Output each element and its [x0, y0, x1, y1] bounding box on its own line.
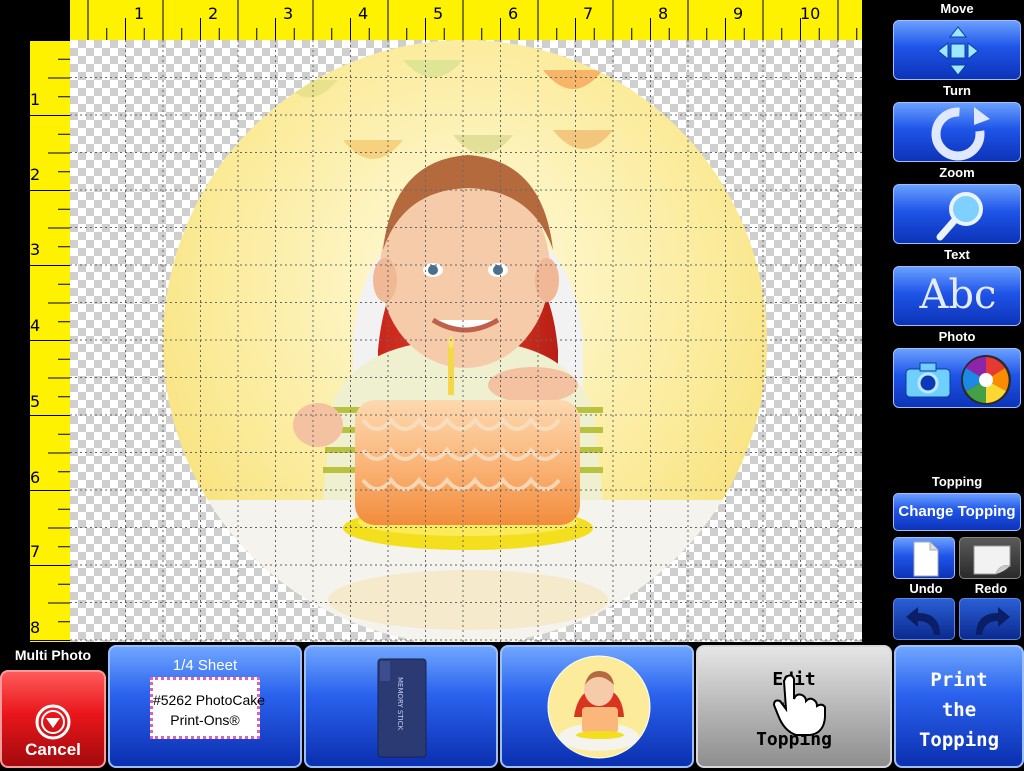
ruler-top-number: 7: [583, 4, 594, 23]
ruler-top-number: 3: [283, 4, 294, 23]
print-topping-button[interactable]: Print the Topping: [894, 645, 1024, 768]
move-arrows-icon: [937, 26, 979, 76]
redo-label: Redo: [974, 581, 1008, 596]
ruler-left-number: 5: [30, 392, 41, 411]
text-abc-icon: Abc: [919, 272, 997, 318]
camera-icon: [905, 362, 951, 398]
sheet-size-label: 1/4 Sheet: [172, 657, 238, 674]
ruler-top-number: 4: [358, 4, 369, 23]
move-label: Move: [940, 1, 974, 16]
ruler-left-number: 8: [30, 618, 41, 637]
ruler-corner: [30, 0, 70, 40]
curled-page-icon: [973, 545, 1011, 575]
move-button[interactable]: [893, 20, 1021, 80]
design-canvas[interactable]: [70, 40, 862, 642]
ruler-left-number: 7: [30, 542, 41, 561]
memory-card-icon: MEMORY STICK: [377, 658, 427, 758]
ruler-left-number: 1: [30, 90, 41, 109]
canvas-grid-lines: [70, 40, 862, 642]
ruler-top-number: 10: [800, 4, 821, 23]
photo-icons: [905, 355, 1011, 405]
svg-text:MEMORY STICK: MEMORY STICK: [396, 677, 404, 731]
hand-pointer-icon: [772, 674, 826, 736]
ruler-top-number: 9: [733, 4, 744, 23]
multi-photo-label: Multi Photo: [14, 647, 92, 663]
rotate-icon: [931, 107, 990, 161]
ruler-top: 1 2 3 4 5 6 7 8 9 10: [70, 0, 862, 40]
media-button[interactable]: MEMORY STICK: [304, 645, 498, 768]
sheet-product-line2: Print-Ons®: [170, 712, 240, 728]
ruler-top-ticks: [87, 0, 858, 40]
ruler-top-number: 1: [134, 4, 145, 23]
new-page-button[interactable]: [893, 537, 955, 579]
zoom-label: Zoom: [939, 165, 975, 180]
sheet-size-button[interactable]: 1/4 Sheet #5262 PhotoCake Print-Ons®: [108, 645, 302, 768]
undo-arrow-icon: [906, 607, 940, 635]
turn-button[interactable]: [893, 102, 1021, 162]
sheet-product-line1: #5262 PhotoCake: [152, 692, 266, 708]
text-button[interactable]: Abc: [893, 266, 1021, 326]
ruler-left-number: 3: [30, 240, 41, 259]
topping-thumbnail: [547, 655, 651, 759]
turn-label: Turn: [943, 83, 971, 98]
undo-label: Undo: [909, 581, 943, 596]
sheet-product-card: #5262 PhotoCake Print-Ons®: [150, 677, 265, 739]
aperture-icon: [961, 355, 1011, 405]
print-label-line1: Print: [930, 669, 988, 691]
change-topping-label: Change Topping: [898, 503, 1016, 520]
cancel-label: Cancel: [25, 740, 81, 759]
undo-button[interactable]: [893, 598, 955, 640]
ruler-left-number: 2: [30, 165, 41, 184]
zoom-button[interactable]: [893, 184, 1021, 244]
ruler-top-number: 5: [433, 4, 444, 23]
edit-topping-button[interactable]: Edit the Topping: [696, 645, 892, 768]
ruler-top-number: 6: [508, 4, 519, 23]
topping-label: Topping: [931, 474, 983, 489]
ruler-left-number: 4: [30, 316, 41, 335]
redo-arrow-icon: [976, 607, 1010, 635]
ruler-top-number: 8: [658, 4, 669, 23]
redo-button[interactable]: [959, 598, 1021, 640]
blank-page-icon: [913, 541, 939, 577]
change-topping-button[interactable]: Change Topping: [893, 493, 1021, 531]
ruler-left-number: 6: [30, 468, 41, 487]
magnifier-icon: [936, 192, 983, 241]
text-label: Text: [944, 247, 970, 262]
photo-label: Photo: [938, 329, 976, 344]
cancel-button[interactable]: Cancel: [0, 670, 106, 768]
ruler-left: 1 2 3 4 5 6 7 8: [30, 40, 70, 642]
print-label-line2: the: [941, 699, 977, 721]
topping-preview-button[interactable]: [500, 645, 694, 768]
curled-page-button[interactable]: [959, 537, 1021, 579]
ruler-top-number: 2: [208, 4, 219, 23]
photo-button[interactable]: [893, 348, 1021, 408]
print-label-line3: Topping: [918, 729, 1000, 751]
